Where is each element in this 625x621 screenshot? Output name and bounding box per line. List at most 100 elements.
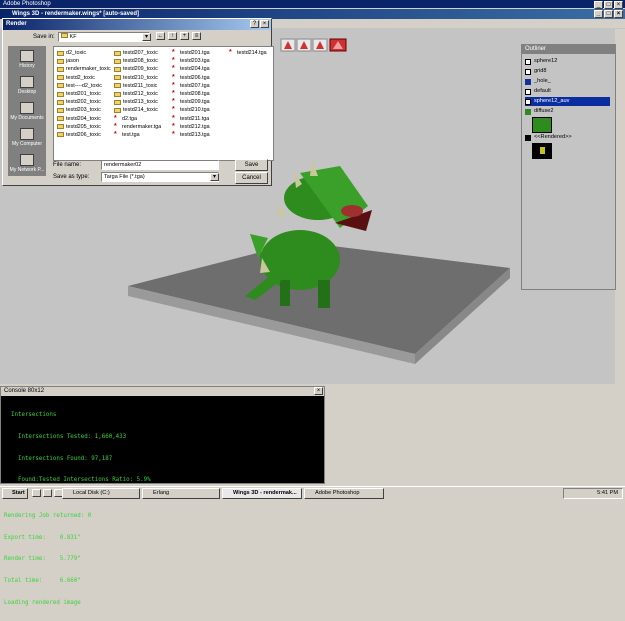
back-icon[interactable]: ←: [156, 32, 165, 40]
file-item[interactable]: testd202_toxic: [57, 98, 111, 106]
file-item[interactable]: * testd213.tga: [172, 131, 210, 139]
tga-file-icon: *: [172, 90, 175, 98]
file-name-label: File name:: [53, 162, 82, 168]
file-item-label: jason: [66, 58, 79, 65]
outliner-item[interactable]: default: [525, 87, 551, 96]
file-item[interactable]: * testd211.tga: [172, 115, 210, 123]
close-icon[interactable]: ×: [614, 1, 623, 9]
file-item[interactable]: testd212_toxic: [114, 90, 161, 98]
outliner-item[interactable]: grid8: [525, 67, 546, 76]
file-item[interactable]: testd2_toxic: [57, 74, 111, 82]
file-item-label: testd206_toxic: [66, 131, 101, 138]
place-my-computer[interactable]: My Computer: [8, 128, 46, 147]
file-item-label: testd201_toxic: [66, 90, 101, 97]
start-button[interactable]: Start: [2, 488, 28, 499]
view-menu-icon[interactable]: ≡: [192, 32, 201, 40]
file-item[interactable]: testd209_toxic: [114, 65, 161, 73]
file-item-label: testd214.tga: [237, 50, 267, 56]
folder-icon: [114, 66, 121, 72]
selection-mode-toolbar[interactable]: [280, 38, 347, 52]
taskbar-button-local-disk[interactable]: Local Disk (C:): [62, 488, 140, 499]
place-my-network[interactable]: My Network P...: [8, 154, 46, 173]
taskbar-button-erlang[interactable]: Erlang: [142, 488, 220, 499]
file-name-input[interactable]: rendermaker02: [101, 160, 219, 170]
file-item[interactable]: testd206_toxic: [57, 131, 111, 139]
close-icon[interactable]: ×: [260, 20, 269, 28]
file-item-label: test.tga: [122, 131, 140, 138]
chevron-down-icon[interactable]: ▾: [210, 173, 219, 181]
up-folder-icon[interactable]: ↑: [168, 32, 177, 40]
file-item[interactable]: d2_toxic: [57, 49, 111, 57]
file-item[interactable]: testd207_toxic: [114, 49, 161, 57]
file-item[interactable]: testd214_toxic: [114, 106, 161, 114]
place-my-documents[interactable]: My Documents: [8, 102, 46, 121]
place-desktop[interactable]: Desktop: [8, 76, 46, 95]
file-item[interactable]: * testd207.tga: [172, 82, 210, 90]
file-item[interactable]: testd203_toxic: [57, 106, 111, 114]
chevron-down-icon[interactable]: ▾: [142, 33, 151, 41]
file-item[interactable]: * testd208.tga: [172, 90, 210, 98]
photoshop-titlebar: Adobe Photoshop _ □ ×: [0, 0, 625, 9]
folder-icon: [114, 99, 121, 105]
maximize-icon[interactable]: □: [604, 10, 613, 18]
file-item[interactable]: testd210_toxic: [114, 74, 161, 82]
new-folder-icon[interactable]: +: [180, 32, 189, 40]
place-history[interactable]: History: [8, 50, 46, 69]
file-item[interactable]: testd208_toxic: [114, 57, 161, 65]
file-list[interactable]: d2_toxic jason rendermaker_toxic testd2_tox…: [53, 46, 274, 161]
photoshop-window-controls: _ □ ×: [594, 1, 623, 9]
folder-icon: [114, 83, 121, 89]
taskbar-button-photoshop[interactable]: Adobe Photoshop: [304, 488, 384, 499]
outliner-item[interactable]: sphere12: [525, 57, 557, 66]
explorer-icon[interactable]: [32, 489, 41, 497]
save-as-type-select[interactable]: Targa File (*.tga): [101, 172, 219, 182]
tga-file-icon: *: [172, 114, 175, 122]
minimize-icon[interactable]: _: [594, 10, 603, 18]
maximize-icon[interactable]: □: [604, 1, 613, 9]
save-in-select[interactable]: KF: [58, 32, 150, 42]
outliner-item[interactable]: <<Rendered>>: [525, 133, 572, 142]
file-item[interactable]: * testd214.tga: [229, 49, 267, 57]
history-icon: [20, 50, 34, 62]
file-item[interactable]: * testd201.tga: [172, 49, 210, 57]
minimize-icon[interactable]: _: [594, 1, 603, 9]
folder-icon: [57, 124, 64, 130]
file-item[interactable]: * testd212.tga: [172, 123, 210, 131]
file-item[interactable]: jason: [57, 57, 111, 65]
close-icon[interactable]: ×: [314, 387, 323, 395]
file-item[interactable]: * d2.tga: [114, 115, 161, 123]
photoshop-title: Adobe Photoshop: [3, 1, 51, 7]
save-button[interactable]: Save: [235, 159, 268, 171]
file-item[interactable]: rendermaker_toxic: [57, 65, 111, 73]
outliner-item-selected[interactable]: sphere12_auv: [525, 97, 610, 106]
file-item[interactable]: testd201_toxic: [57, 90, 111, 98]
quick-launch: [32, 489, 63, 497]
file-item-label: testd206.tga: [180, 74, 210, 81]
viewport-scrollbar[interactable]: [615, 29, 625, 384]
file-item-label: testd201.tga: [180, 50, 210, 56]
file-item[interactable]: * testd210.tga: [172, 106, 210, 114]
desktop-icon[interactable]: [43, 489, 52, 497]
file-item[interactable]: * testd204.tga: [172, 65, 210, 73]
file-item[interactable]: * test.tga: [114, 131, 161, 139]
file-item-label: testd210.tga: [180, 107, 210, 114]
console-line: Total time: 6.660": [4, 578, 81, 585]
file-item[interactable]: testd213_toxic: [114, 98, 161, 106]
tga-file-icon: *: [172, 65, 175, 73]
file-item[interactable]: test----d2_toxic: [57, 82, 111, 90]
outliner-item[interactable]: diffuse2: [525, 107, 554, 116]
file-item[interactable]: * testd203.tga: [172, 57, 210, 65]
file-item[interactable]: testd211_toxic: [114, 82, 161, 90]
close-icon[interactable]: ×: [614, 10, 623, 18]
file-item[interactable]: testd205_toxic: [57, 123, 111, 131]
file-item[interactable]: * testd206.tga: [172, 74, 210, 82]
file-item[interactable]: * testd209.tga: [172, 98, 210, 106]
outliner-item[interactable]: _hole_: [525, 77, 551, 86]
file-item[interactable]: * rendermaker.tga: [114, 123, 161, 131]
file-item[interactable]: testd204_toxic: [57, 115, 111, 123]
taskbar-button-wings[interactable]: Wings 3D - rendermak...: [222, 488, 302, 499]
folder-icon: [57, 99, 64, 105]
help-icon[interactable]: ?: [250, 20, 259, 28]
file-column: * testd214.tga: [229, 49, 267, 57]
cancel-button[interactable]: Cancel: [235, 172, 268, 184]
